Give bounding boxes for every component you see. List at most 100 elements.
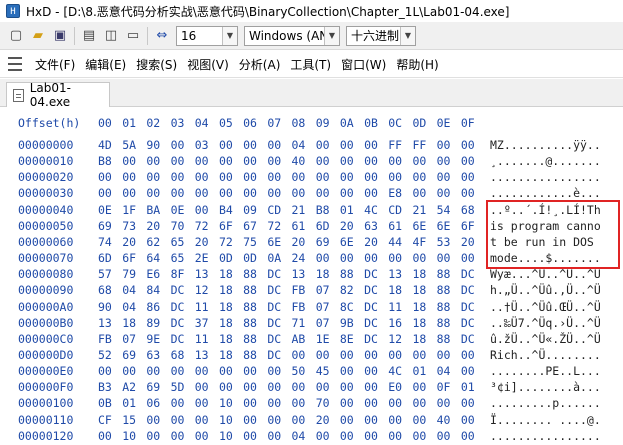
hex-byte[interactable]: 00 [461,396,485,410]
hex-byte[interactable]: 00 [98,186,122,200]
ram-icon[interactable]: ▤ [81,28,97,44]
hex-byte[interactable]: B4 [219,203,243,217]
hex-byte[interactable]: 00 [146,154,170,168]
hex-byte[interactable]: 79 [122,267,146,281]
hex-byte[interactable]: 00 [122,170,146,184]
hex-byte[interactable]: 4C [364,203,388,217]
hex-byte[interactable]: 88 [243,300,267,314]
hex-byte[interactable]: 00 [461,429,485,443]
hex-byte[interactable]: 13 [195,267,219,281]
hex-byte[interactable]: 00 [364,396,388,410]
hex-byte[interactable]: 40 [437,413,461,427]
hex-byte[interactable]: 00 [195,364,219,378]
save-icon[interactable]: ▣ [52,28,68,44]
hex-byte[interactable]: 00 [146,364,170,378]
hex-byte[interactable]: 20 [364,235,388,249]
hex-byte[interactable]: 00 [171,429,195,443]
disk-icon[interactable]: ◫ [103,28,119,44]
hex-byte[interactable]: 71 [292,316,316,330]
hex-byte[interactable]: 53 [437,235,461,249]
hex-byte[interactable]: 62 [146,235,170,249]
hex-byte[interactable]: 00 [437,348,461,362]
hex-byte[interactable]: 01 [412,364,436,378]
hex-byte[interactable]: DC [364,300,388,314]
hex-byte[interactable]: 04 [292,429,316,443]
hex-byte[interactable]: 00 [316,380,340,394]
hex-byte[interactable]: 00 [243,429,267,443]
hex-byte[interactable]: 00 [437,251,461,265]
hex-byte[interactable]: 00 [267,364,291,378]
hex-byte[interactable]: 00 [219,380,243,394]
hex-byte[interactable]: 72 [267,219,291,233]
hex-byte[interactable]: 88 [437,316,461,330]
hex-byte[interactable]: 00 [340,170,364,184]
hex-byte[interactable]: 00 [412,429,436,443]
hex-byte[interactable]: 00 [195,170,219,184]
hex-byte[interactable]: 6E [412,219,436,233]
hex-byte[interactable]: 03 [195,138,219,152]
hex-byte[interactable]: 00 [388,429,412,443]
hex-byte[interactable]: 8C [340,300,364,314]
menu-window[interactable]: 窗口(W) [336,56,391,73]
hex-byte[interactable]: 01 [461,380,485,394]
hex-byte[interactable]: 68 [98,283,122,297]
hex-byte[interactable]: 01 [122,396,146,410]
hex-byte[interactable]: 74 [98,235,122,249]
hex-byte[interactable]: 00 [171,170,195,184]
hex-byte[interactable]: 04 [122,300,146,314]
hex-byte[interactable]: 4F [412,235,436,249]
hex-byte[interactable]: 18 [219,300,243,314]
hex-byte[interactable]: 00 [364,429,388,443]
hex-byte[interactable]: 64 [146,251,170,265]
hex-byte[interactable]: 68 [461,203,485,217]
hex-byte[interactable]: 00 [243,186,267,200]
hex-byte[interactable]: 00 [461,186,485,200]
hex-byte[interactable]: 0D [243,251,267,265]
hex-byte[interactable]: 00 [340,429,364,443]
hex-byte[interactable]: DC [461,316,485,330]
hex-byte[interactable]: 00 [364,380,388,394]
menu-view[interactable]: 视图(V) [182,56,234,73]
row-ascii[interactable]: Rich..^Ü........ [490,348,601,362]
hex-byte[interactable]: 00 [340,186,364,200]
hex-byte[interactable]: 13 [195,348,219,362]
hex-byte[interactable]: 00 [364,348,388,362]
hex-byte[interactable]: 00 [461,251,485,265]
hex-byte[interactable]: 88 [437,267,461,281]
hex-byte[interactable]: 00 [219,170,243,184]
hex-byte[interactable]: 20 [195,235,219,249]
hex-byte[interactable]: 00 [195,154,219,168]
hex-byte[interactable]: 00 [243,396,267,410]
hex-byte[interactable]: 00 [122,154,146,168]
hex-byte[interactable]: 88 [437,283,461,297]
hex-byte[interactable]: AB [292,332,316,346]
hex-byte[interactable]: 00 [267,170,291,184]
hex-byte[interactable]: 00 [437,186,461,200]
hex-byte[interactable]: 00 [243,413,267,427]
hex-byte[interactable]: 20 [461,235,485,249]
hex-byte[interactable]: 00 [316,186,340,200]
hex-byte[interactable]: 68 [171,348,195,362]
hex-byte[interactable]: 73 [122,219,146,233]
hex-byte[interactable]: 04 [437,364,461,378]
hex-byte[interactable]: 9E [146,332,170,346]
hex-byte[interactable]: 20 [316,413,340,427]
hex-byte[interactable]: CD [388,203,412,217]
hex-byte[interactable]: 11 [388,300,412,314]
hex-byte[interactable]: 88 [243,267,267,281]
hex-byte[interactable]: 6E [267,235,291,249]
hex-byte[interactable]: 00 [243,138,267,152]
hex-byte[interactable]: 00 [340,138,364,152]
hex-byte[interactable]: 18 [219,332,243,346]
hex-byte[interactable]: E8 [388,186,412,200]
hex-byte[interactable]: 00 [171,154,195,168]
hex-byte[interactable]: FB [292,283,316,297]
hex-byte[interactable]: 00 [171,186,195,200]
hex-byte[interactable]: 00 [146,170,170,184]
hex-byte[interactable]: 21 [412,203,436,217]
hex-byte[interactable]: DC [364,316,388,330]
hex-byte[interactable]: 00 [267,186,291,200]
hex-byte[interactable]: 00 [171,413,195,427]
hex-byte[interactable]: 00 [219,186,243,200]
hex-byte[interactable]: DC [461,300,485,314]
